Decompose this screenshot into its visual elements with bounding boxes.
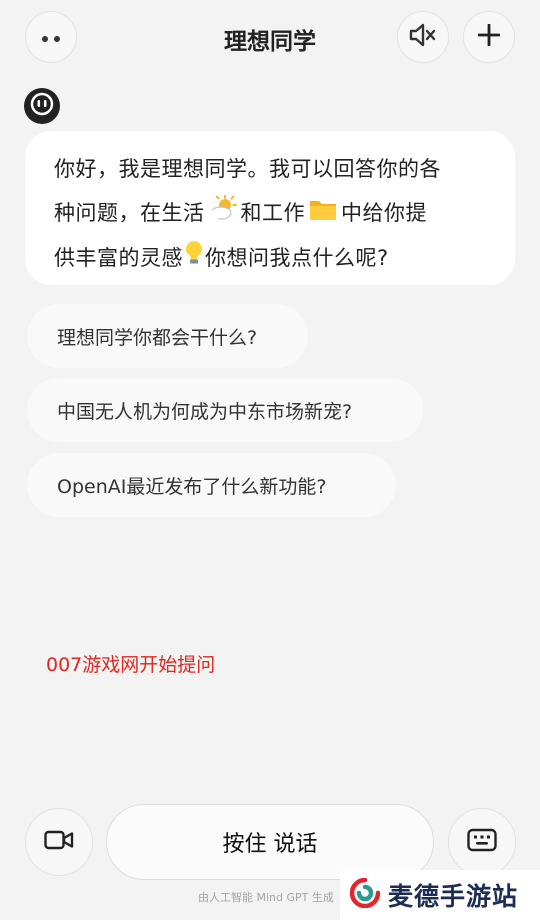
page-title: 理想同学 — [224, 29, 316, 55]
suggestion-label: OpenAI最近发布了什么新功能? — [57, 475, 327, 498]
brand-watermark: 麦德手游站 — [340, 870, 540, 920]
suggestion-chip[interactable]: 理想同学你都会干什么? — [27, 304, 308, 368]
sun-behind-cloud-icon — [209, 192, 237, 236]
suggestion-label: 中国无人机为何成为中东市场新宠? — [57, 400, 353, 423]
suggestion-chip[interactable]: 中国无人机为何成为中东市场新宠? — [27, 378, 423, 442]
maide-logo-icon — [349, 877, 381, 912]
greeting-line: 你好，我是理想同学。我可以回答你的各 — [54, 147, 491, 191]
greeting-text: 种问题，在生活 — [54, 201, 205, 225]
robot-face-icon — [29, 91, 55, 121]
keyboard-button[interactable] — [448, 808, 516, 876]
watermark-text: 007游戏网开始提问 — [46, 654, 216, 676]
greeting-text: 和工作 — [240, 201, 305, 225]
greeting-text: 你好，我是理想同学。我可以回答你的各 — [54, 157, 441, 181]
plus-icon — [477, 23, 501, 50]
greeting-text: 你想问我点什么呢? — [205, 246, 389, 270]
suggestion-label: 理想同学你都会干什么? — [57, 326, 258, 349]
video-camera-icon — [44, 829, 74, 855]
hold-to-talk-label: 按住 说话 — [222, 832, 318, 857]
suggestion-chip[interactable]: OpenAI最近发布了什么新功能? — [27, 453, 396, 517]
keyboard-icon — [467, 828, 497, 856]
video-button[interactable] — [25, 808, 93, 876]
hold-to-talk-button[interactable]: 按住 说话 — [106, 804, 434, 880]
greeting-text: 中给你提 — [341, 201, 427, 225]
add-button[interactable] — [463, 11, 515, 63]
ai-disclaimer: 由人工智能 Mind GPT 生成 — [198, 891, 334, 904]
speaker-muted-icon — [408, 22, 438, 52]
assistant-greeting-bubble: 你好，我是理想同学。我可以回答你的各 种问题，在生活 和工作 中给你提 供丰富的… — [25, 131, 515, 285]
brand-name: 麦德手游站 — [388, 882, 519, 911]
greeting-text: 供丰富的灵感 — [54, 246, 183, 270]
assistant-avatar — [24, 88, 60, 124]
mute-button[interactable] — [397, 11, 449, 63]
light-bulb-icon — [185, 237, 203, 281]
greeting-line: 供丰富的灵感 你想问我点什么呢? — [54, 236, 491, 281]
folder-icon — [309, 192, 337, 236]
greeting-line: 种问题，在生活 和工作 中给你提 — [54, 191, 491, 236]
